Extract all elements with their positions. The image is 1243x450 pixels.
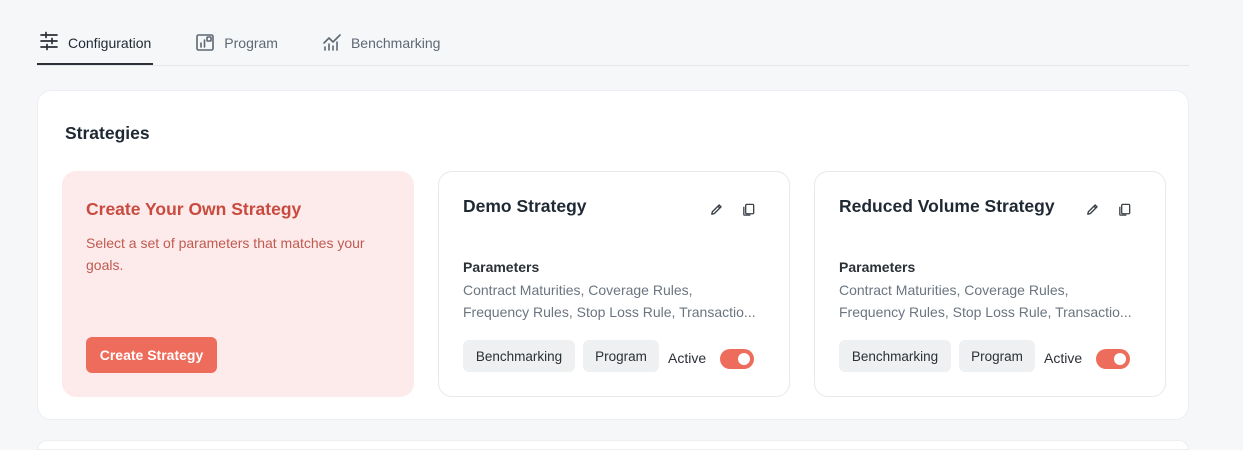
- tab-configuration[interactable]: Configuration: [37, 22, 154, 65]
- parameters-text: Contract Maturities, Coverage Rules, Fre…: [839, 279, 1141, 323]
- edit-icon[interactable]: [1083, 200, 1101, 218]
- copy-icon[interactable]: [739, 200, 757, 218]
- tab-configuration-label: Configuration: [68, 34, 152, 51]
- tab-benchmarking[interactable]: Benchmarking: [320, 22, 443, 64]
- strategy-card-demo[interactable]: Demo Strategy Parameters Contract Maturi…: [438, 171, 790, 397]
- toggle-knob: [1114, 353, 1126, 365]
- tag-program: Program: [959, 340, 1035, 372]
- active-toggle[interactable]: [1096, 349, 1130, 369]
- next-panel-edge: [37, 440, 1189, 450]
- create-strategy-card: Create Your Own Strategy Select a set of…: [62, 171, 414, 397]
- parameters-label: Parameters: [839, 259, 916, 275]
- parameters-line: Contract Maturities, Coverage Rules,: [463, 282, 693, 298]
- parameters-line: Frequency Rules, Stop Loss Rule, Transac…: [463, 304, 756, 320]
- active-toggle[interactable]: [720, 349, 754, 369]
- tag-program: Program: [583, 340, 659, 372]
- toggle-knob: [738, 353, 750, 365]
- create-strategy-button[interactable]: Create Strategy: [86, 337, 217, 373]
- tag-benchmarking: Benchmarking: [839, 340, 951, 372]
- strategies-panel: Strategies Create Your Own Strategy Sele…: [37, 90, 1189, 420]
- strategy-card-reduced-volume[interactable]: Reduced Volume Strategy Parameters Contr…: [814, 171, 1166, 397]
- edit-icon[interactable]: [707, 200, 725, 218]
- tab-program-label: Program: [224, 35, 278, 51]
- active-label: Active: [1044, 350, 1083, 366]
- tab-program[interactable]: Program: [193, 22, 280, 64]
- create-strategy-title: Create Your Own Strategy: [86, 199, 302, 219]
- copy-icon[interactable]: [1115, 200, 1133, 218]
- sliders-icon: [39, 31, 68, 54]
- parameters-line: Frequency Rules, Stop Loss Rule, Transac…: [839, 304, 1132, 320]
- active-label: Active: [668, 350, 707, 366]
- tag-benchmarking: Benchmarking: [463, 340, 575, 372]
- strategies-title: Strategies: [65, 123, 150, 143]
- tab-bar: Configuration Program Benchmarking: [37, 22, 1189, 66]
- tab-benchmarking-label: Benchmarking: [350, 35, 441, 51]
- benchmark-chart-icon: [322, 32, 351, 55]
- strategy-title: Reduced Volume Strategy: [839, 196, 1055, 216]
- parameters-text: Contract Maturities, Coverage Rules, Fre…: [463, 279, 765, 323]
- parameters-label: Parameters: [463, 259, 540, 275]
- parameters-line: Contract Maturities, Coverage Rules,: [839, 282, 1069, 298]
- program-chart-icon: [195, 32, 224, 55]
- strategy-title: Demo Strategy: [463, 196, 587, 216]
- create-strategy-description: Select a set of parameters that matches …: [86, 235, 365, 273]
